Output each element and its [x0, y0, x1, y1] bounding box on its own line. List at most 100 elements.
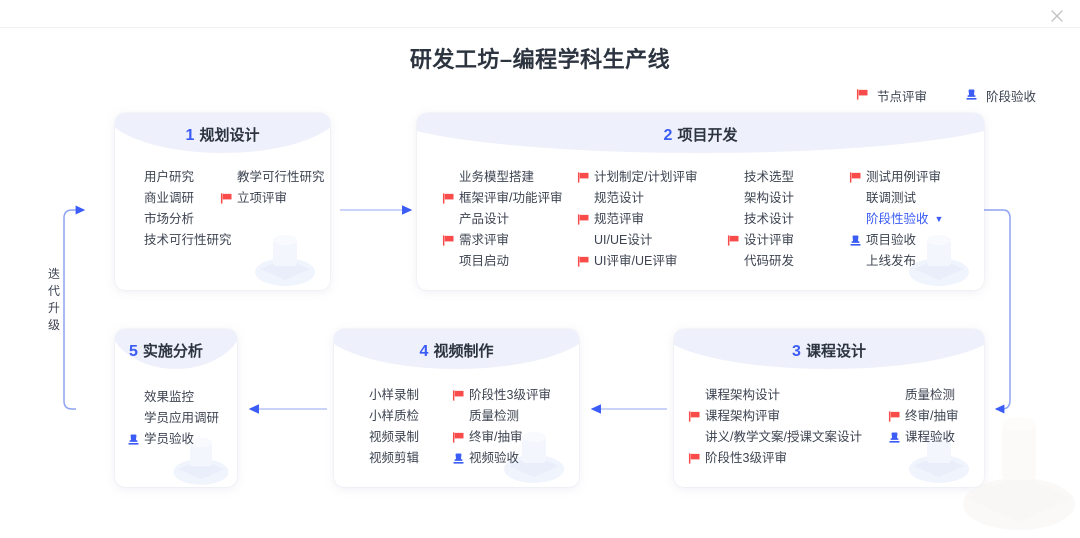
flag-icon [452, 390, 464, 401]
list-item[interactable]: 项目验收 [849, 230, 974, 251]
list-item[interactable]: 课程架构设计 [688, 385, 888, 406]
item-label: 视频验收 [469, 451, 520, 465]
list-item[interactable]: 小样质检 [352, 406, 452, 427]
flag-icon [442, 193, 454, 204]
item-label: 上线发布 [866, 254, 917, 268]
list-item[interactable]: 规范设计 [577, 188, 727, 209]
list-item[interactable]: 学员应用调研 [127, 408, 219, 429]
item-column: 用户研究 商业调研 市场分析 技术可行性研究 [115, 167, 232, 251]
list-item[interactable]: 计划制定/计划评审 [577, 167, 727, 188]
card-body: 用户研究 商业调研 市场分析 技术可行性研究 教学可行性研究 立项评审 [115, 153, 330, 261]
stage-card-1[interactable]: 1 规划设计 用户研究 商业调研 市场分析 技术可行性研究 教学可行性研究 立项评… [115, 113, 330, 290]
list-item[interactable]: 阶段性3级评审 [688, 448, 888, 469]
item-label: UI评审/UE评审 [594, 254, 678, 268]
list-item[interactable]: 业务模型搭建 [442, 167, 577, 188]
stage-card-5[interactable]: 5 实施分析 效果监控 学员应用调研 学员验收 [115, 329, 237, 487]
item-label: 产品设计 [459, 212, 510, 226]
list-item[interactable]: 技术设计 [727, 209, 849, 230]
item-label: 阶段性3级评审 [469, 388, 551, 402]
list-item[interactable]: 市场分析 [127, 209, 220, 230]
list-item[interactable]: 技术可行性研究 [127, 230, 232, 251]
flag-icon [888, 411, 900, 422]
list-item[interactable]: 质量检测 [452, 406, 572, 427]
list-item[interactable]: 终审/抽审 [452, 427, 572, 448]
list-item[interactable]: 产品设计 [442, 209, 577, 230]
icon-slot [849, 171, 866, 184]
item-label: 质量检测 [469, 409, 520, 423]
list-item[interactable]: 框架评审/功能评审 [442, 188, 577, 209]
legend-item-acceptance: 阶段验收 [965, 86, 1036, 105]
icon-slot [888, 410, 905, 423]
icon-slot [727, 234, 744, 247]
list-item[interactable]: 需求评审 [442, 230, 577, 251]
stamp-icon [889, 432, 900, 443]
card-header: 4 视频制作 [334, 329, 579, 369]
dropdown-item-phased-acceptance[interactable]: 阶段性验收 ▼ [849, 209, 974, 230]
list-item[interactable]: 视频验收 [452, 448, 572, 469]
list-item[interactable]: 测试用例评审 [849, 167, 974, 188]
list-item[interactable]: 架构设计 [727, 188, 849, 209]
item-label: 代码研发 [744, 254, 795, 268]
card-header: 5 实施分析 [115, 329, 237, 369]
card-body: 课程架构设计 课程架构评审 讲义/教学文案/授课文案设计 阶段性3级评审 质量检… [674, 369, 984, 479]
list-item[interactable]: 效果监控 [127, 387, 219, 408]
icon-slot [452, 431, 469, 444]
card-title: 4 视频制作 [334, 340, 579, 361]
flag-icon [688, 411, 700, 422]
legend-label: 节点评审 [876, 90, 927, 104]
item-label: 技术可行性研究 [144, 233, 232, 247]
list-item[interactable]: 终审/抽审 [888, 406, 983, 427]
stage-card-4[interactable]: 4 视频制作 小样录制 小样质检 视频录制 视频剪辑 阶段性3级评审 质量检测 终… [334, 329, 579, 487]
list-item[interactable]: 立项评审 [220, 188, 320, 209]
icon-slot [452, 452, 469, 465]
flag-icon [849, 172, 861, 183]
list-item[interactable]: 技术选型 [727, 167, 849, 188]
list-item[interactable]: 项目启动 [442, 251, 577, 272]
stamp-icon [965, 88, 978, 104]
card-title: 5 实施分析 [115, 340, 237, 361]
item-column: 效果监控 学员应用调研 学员验收 [127, 387, 219, 450]
stage-card-2[interactable]: 2 项目开发 业务模型搭建 框架评审/功能评审 产品设计 需求评审 项目启动 计划… [417, 113, 984, 290]
list-item[interactable]: 联调测试 [849, 188, 974, 209]
item-column: 小样录制 小样质检 视频录制 视频剪辑 [352, 385, 452, 469]
item-label: 规范设计 [594, 191, 645, 205]
stage-title: 实施分析 [142, 343, 203, 360]
stamp-icon [128, 434, 139, 445]
list-item[interactable]: 讲义/教学文案/授课文案设计 [688, 427, 888, 448]
icon-slot [442, 234, 459, 247]
list-item[interactable]: 课程验收 [888, 427, 983, 448]
item-label: 技术设计 [744, 212, 795, 226]
stage-card-3[interactable]: 3 课程设计 课程架构设计 课程架构评审 讲义/教学文案/授课文案设计 阶段性3级… [674, 329, 984, 487]
flag-icon [577, 256, 589, 267]
list-item[interactable]: 学员验收 [127, 429, 219, 450]
card-body: 效果监控 学员应用调研 学员验收 [115, 369, 237, 460]
list-item[interactable]: 小样录制 [352, 385, 452, 406]
list-item[interactable]: 代码研发 [727, 251, 849, 272]
list-item[interactable]: 设计评审 [727, 230, 849, 251]
list-item[interactable]: 质量检测 [888, 385, 983, 406]
flag-icon [442, 235, 454, 246]
card-header: 1 规划设计 [115, 113, 330, 153]
list-item[interactable]: 阶段性3级评审 [452, 385, 572, 406]
item-label: 终审/抽审 [469, 430, 523, 444]
flag-icon [856, 88, 869, 104]
item-label: 讲义/教学文案/授课文案设计 [705, 430, 862, 444]
icon-slot [888, 431, 905, 444]
list-item[interactable]: 视频剪辑 [352, 448, 452, 469]
list-item[interactable]: UI/UE设计 [577, 230, 727, 251]
list-item[interactable]: 教学可行性研究 [220, 167, 325, 188]
item-column: 教学可行性研究 立项评审 [220, 167, 325, 251]
chevron-down-icon[interactable]: ▼ [935, 215, 944, 224]
item-column: 阶段性3级评审 质量检测 终审/抽审 视频验收 [452, 385, 572, 469]
list-item[interactable]: 规范评审 [577, 209, 727, 230]
item-label: 框架评审/功能评审 [459, 191, 563, 205]
list-item[interactable]: UI评审/UE评审 [577, 251, 727, 272]
list-item[interactable]: 上线发布 [849, 251, 974, 272]
stage-number: 1 [185, 127, 195, 144]
close-icon[interactable] [1048, 7, 1066, 25]
list-item[interactable]: 视频录制 [352, 427, 452, 448]
item-label: 小样质检 [369, 409, 420, 423]
list-item[interactable]: 课程架构评审 [688, 406, 888, 427]
list-item[interactable]: 商业调研 [127, 188, 220, 209]
list-item[interactable]: 用户研究 [127, 167, 220, 188]
